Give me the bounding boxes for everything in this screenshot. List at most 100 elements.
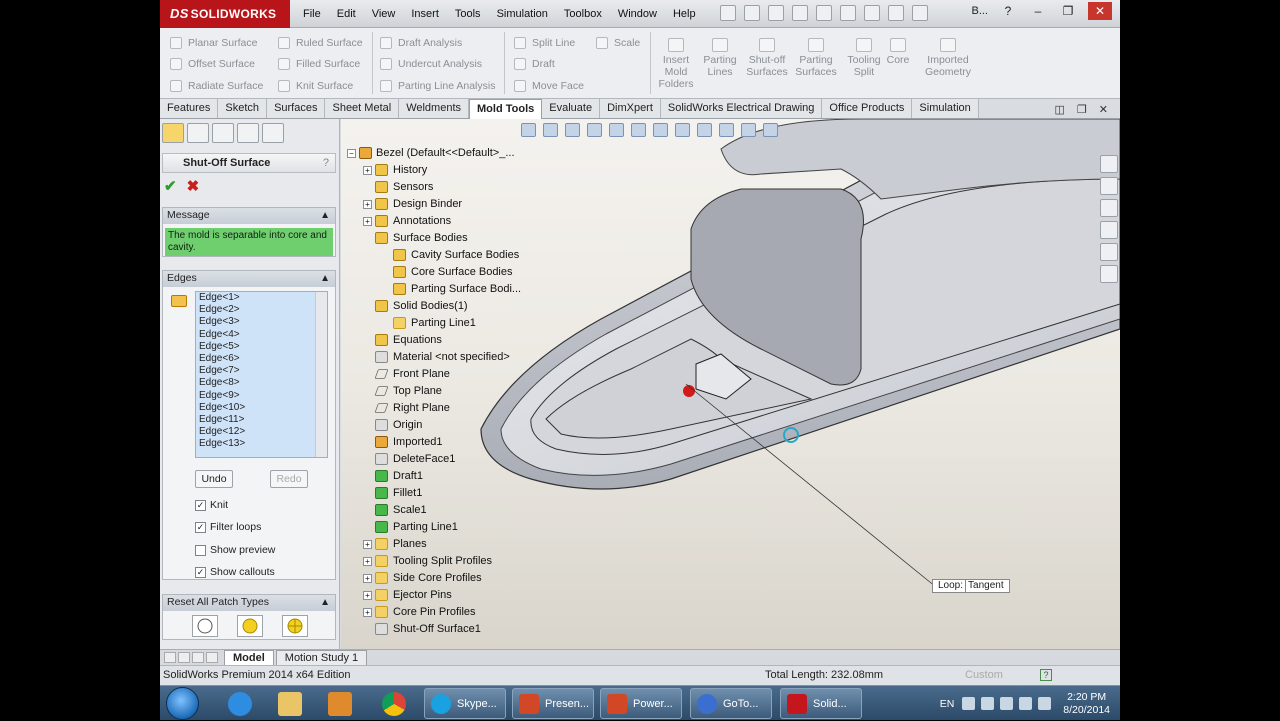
knit-checkbox[interactable]: ✓ Knit (195, 499, 228, 511)
split-line-button[interactable]: Split Line (514, 32, 584, 54)
collapse-icon[interactable]: − (347, 149, 356, 158)
insert-mold-folders-button[interactable]: Insert Mold Folders (652, 38, 700, 90)
menu-toolbox[interactable]: Toolbox (556, 8, 610, 20)
collapse-icon[interactable]: ▲ (320, 271, 330, 286)
edges-list[interactable]: Edge<1> Edge<2> Edge<3> Edge<4> Edge<5> … (195, 291, 328, 458)
acrobat-icon[interactable] (962, 697, 976, 710)
design-library-icon[interactable] (1100, 177, 1118, 195)
list-item[interactable]: Edge<5> (196, 341, 327, 353)
solidworks-resources-icon[interactable] (1100, 155, 1118, 173)
tree-node[interactable]: Shut-Off Surface1 (347, 621, 587, 638)
parting-lines-button[interactable]: Parting Lines (696, 38, 744, 78)
section-view-icon[interactable] (587, 123, 602, 137)
tree-node[interactable]: Fillet1 (347, 485, 587, 502)
tree-node[interactable]: Draft1 (347, 468, 587, 485)
tree-node[interactable]: + History (347, 162, 587, 179)
tab-motion-study[interactable]: Motion Study 1 (275, 649, 368, 666)
tree-node[interactable]: Core Surface Bodies (347, 264, 587, 281)
tree-node[interactable]: + Core Pin Profiles (347, 604, 587, 621)
tab-dimxpert[interactable]: DimXpert (600, 99, 661, 118)
tree-node[interactable]: + Ejector Pins (347, 587, 587, 604)
help-icon[interactable]: ? (1040, 669, 1052, 681)
open-icon[interactable] (744, 5, 760, 21)
checkbox-checked[interactable]: ✓ (195, 566, 206, 578)
list-item[interactable]: Edge<3> (196, 316, 327, 328)
explorer-pin[interactable] (268, 689, 312, 718)
configuration-manager-icon[interactable] (212, 123, 234, 143)
menu-window[interactable]: Window (610, 8, 665, 20)
checkbox-checked[interactable]: ✓ (195, 521, 206, 533)
close-button[interactable]: ✕ (1088, 2, 1112, 20)
patch-contact-button[interactable] (237, 615, 263, 637)
tree-root[interactable]: − Bezel (Default<<Default>_... (347, 145, 587, 162)
list-item[interactable]: Edge<1> (196, 292, 327, 304)
select-icon[interactable] (840, 5, 856, 21)
scrollbar[interactable] (315, 292, 327, 457)
scale-button[interactable]: Scale (596, 32, 640, 54)
display-manager-icon[interactable] (262, 123, 284, 143)
file-explorer-icon[interactable] (1100, 199, 1118, 217)
patch-none-button[interactable] (192, 615, 218, 637)
graphics-area[interactable]: − Bezel (Default<<Default>_... + History Se… (341, 119, 1120, 649)
tree-node[interactable]: Scale1 (347, 502, 587, 519)
taskbar-presenter[interactable]: Presen... (512, 688, 594, 719)
ok-icon[interactable]: ✔ (164, 177, 177, 195)
undo-button[interactable]: Undo (195, 470, 233, 488)
tree-node[interactable]: Solid Bodies(1) (347, 298, 587, 315)
apply-scene-icon[interactable] (697, 123, 712, 137)
expand-icon[interactable]: + (363, 217, 372, 226)
list-item[interactable]: Edge<2> (196, 304, 327, 316)
next-icon[interactable] (192, 652, 204, 663)
new-icon[interactable] (720, 5, 736, 21)
media-player-pin[interactable] (318, 689, 362, 718)
edit-appearance-icon[interactable] (675, 123, 690, 137)
edges-header[interactable]: Edges ▲ (163, 271, 335, 287)
restore-button[interactable]: ❐ (1058, 2, 1078, 20)
start-button[interactable] (166, 687, 199, 720)
menu-file[interactable]: File (295, 8, 329, 20)
list-item[interactable]: Edge<13> (196, 438, 327, 450)
previous-view-icon[interactable] (565, 123, 580, 137)
feature-manager-icon[interactable] (162, 123, 184, 143)
flag-icon[interactable] (1000, 697, 1014, 710)
tree-node[interactable]: + Annotations (347, 213, 587, 230)
message-header[interactable]: Message ▲ (163, 208, 335, 224)
show-preview-checkbox[interactable]: Show preview (195, 544, 275, 556)
zoom-to-fit-icon[interactable] (521, 123, 536, 137)
cancel-icon[interactable]: ✖ (187, 177, 200, 195)
menu-edit[interactable]: Edit (329, 8, 364, 20)
user-menu[interactable]: B... (971, 5, 988, 17)
planar-surface-button[interactable]: Planar Surface (170, 32, 263, 54)
tab-evaluate[interactable]: Evaluate (542, 99, 601, 118)
tree-node[interactable]: Cavity Surface Bodies (347, 247, 587, 264)
view-settings-icon[interactable] (719, 123, 734, 137)
language-indicator[interactable]: EN (940, 698, 955, 710)
expand-icon[interactable]: + (363, 166, 372, 175)
menu-tools[interactable]: Tools (447, 8, 489, 20)
reset-patch-header[interactable]: Reset All Patch Types ▲ (163, 595, 335, 611)
tree-node[interactable]: Parting Line1 (347, 315, 587, 332)
tree-node[interactable]: Imported1 (347, 434, 587, 451)
list-item[interactable]: Edge<10> (196, 402, 327, 414)
parting-surfaces-button[interactable]: Parting Surfaces (792, 38, 840, 78)
tab-model[interactable]: Model (224, 649, 274, 666)
list-item[interactable]: Edge<12> (196, 426, 327, 438)
draft-button[interactable]: Draft (514, 54, 584, 76)
expand-icon[interactable]: + (363, 574, 372, 583)
volume-icon[interactable] (1038, 697, 1052, 710)
restore-doc-icon[interactable]: ❐ (1077, 103, 1087, 116)
close-doc-icon[interactable]: ✕ (1099, 103, 1108, 116)
radiate-surface-button[interactable]: Radiate Surface (170, 75, 263, 97)
ie-pin[interactable] (218, 689, 262, 718)
list-item[interactable]: Edge<8> (196, 377, 327, 389)
menu-help[interactable]: Help (665, 8, 704, 20)
view-palette-icon[interactable] (1100, 221, 1118, 239)
hide-show-icon[interactable] (653, 123, 668, 137)
tree-node[interactable]: Surface Bodies (347, 230, 587, 247)
power-icon[interactable] (1019, 697, 1033, 710)
file-properties-icon[interactable] (888, 5, 904, 21)
prev-icon[interactable] (178, 652, 190, 663)
expand-icon[interactable]: + (363, 540, 372, 549)
parting-line-analysis-button[interactable]: Parting Line Analysis (380, 75, 495, 97)
tree-node[interactable]: DeleteFace1 (347, 451, 587, 468)
